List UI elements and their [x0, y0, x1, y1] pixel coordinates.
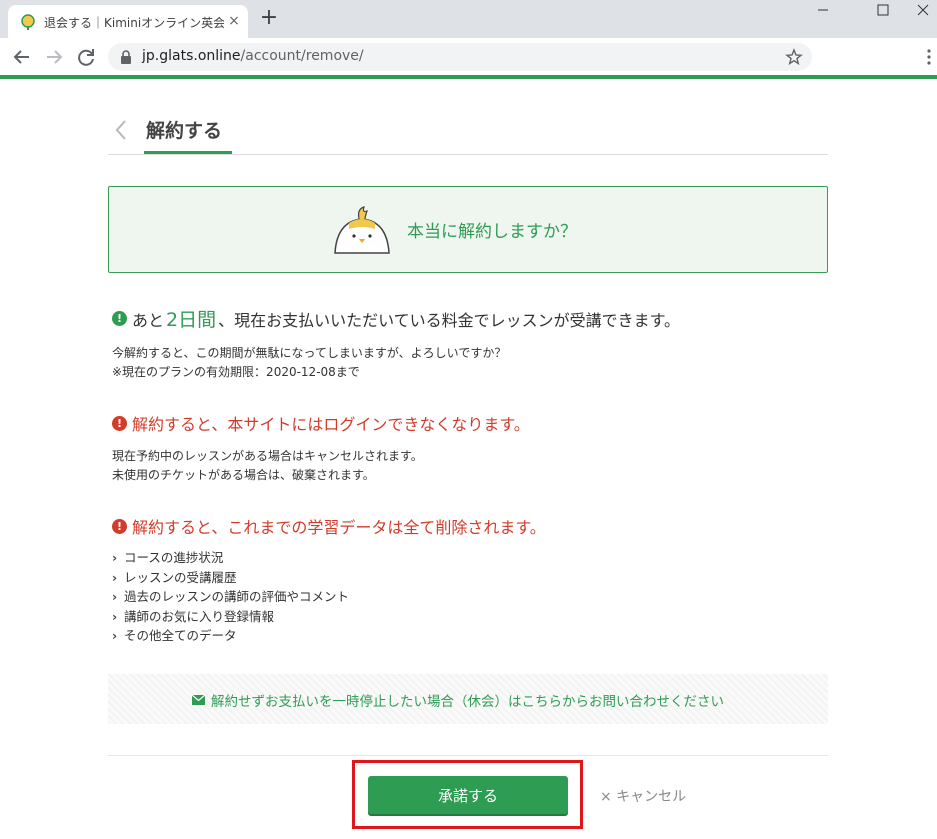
heading-text: 解約すると、本サイトにはログインできなくなります。 — [132, 415, 530, 434]
chick-mascot-icon — [334, 206, 390, 254]
browser-tab[interactable]: 退会する｜Kiminiオンライン英会話 × — [8, 5, 248, 38]
browser-tab-bar: 退会する｜Kiminiオンライン英会話 × + — [0, 0, 937, 38]
confirm-box: 本当に解約しますか？ — [108, 186, 828, 273]
cancel-link[interactable]: × キャンセル — [600, 786, 686, 806]
remaining-days: 2日間 — [166, 309, 217, 331]
window-minimize-icon[interactable] — [800, 0, 846, 30]
login-warning-section: 解約すると、本サイトにはログインできなくなります。 現在予約中のレッスンがある場… — [112, 411, 832, 485]
mail-icon — [192, 695, 205, 705]
pause-membership-box: 解約せずお支払いを一時停止したい場合（休会）はこちらからお問い合わせください — [108, 674, 828, 724]
title-underline — [144, 151, 232, 154]
remaining-days-section: あと 2日間 、現在お支払いいただいている料金でレッスンが受講できます。 今解約… — [112, 305, 832, 382]
pause-contact-link[interactable]: 解約せずお支払いを一時停止したい場合（休会）はこちらからお問い合わせください — [192, 690, 724, 710]
page-header: 解約する — [108, 110, 828, 155]
site-top-border — [0, 75, 937, 79]
list-item: 過去のレッスンの講師の評価やコメント — [112, 587, 832, 607]
url-path: /account/remove/ — [240, 48, 364, 64]
warning-alert-icon — [112, 415, 127, 431]
kimini-favicon-icon — [21, 14, 35, 30]
new-tab-button[interactable]: + — [258, 7, 280, 30]
body-line: 未使用のチケットがある場合は、破棄されます。 — [112, 468, 375, 482]
window-close-icon[interactable] — [900, 0, 937, 30]
login-warning-body: 現在予約中のレッスンがある場合はキャンセルされます。 未使用のチケットがある場合… — [112, 447, 832, 485]
forward-arrow-icon[interactable] — [43, 46, 65, 68]
list-item: その他全てのデータ — [112, 626, 832, 646]
back-arrow-icon[interactable] — [11, 46, 33, 68]
plan-expiry: ※現在のプランの有効期限：2020-12-08まで — [112, 365, 360, 379]
bookmark-star-icon[interactable] — [785, 48, 803, 66]
divider — [108, 755, 828, 756]
body-line: 現在予約中のレッスンがある場合はキャンセルされます。 — [112, 449, 423, 463]
lock-icon — [121, 50, 131, 64]
warning-alert-icon — [112, 518, 127, 534]
pause-link-text: 解約せずお支払いを一時停止したい場合（休会）はこちらからお問い合わせください — [211, 694, 724, 710]
url-host: jp.glats.online — [142, 48, 241, 64]
info-alert-icon — [112, 311, 127, 326]
remaining-days-heading: あと 2日間 、現在お支払いいただいている料金でレッスンが受講できます。 — [112, 305, 832, 332]
deleted-data-list: コースの進捗状況 レッスンの受講履歴 過去のレッスンの講師の評価やコメント 講師… — [112, 548, 832, 646]
tab-close-icon[interactable]: × — [226, 13, 242, 29]
list-item: レッスンの受講履歴 — [112, 568, 832, 588]
page-title: 解約する — [146, 120, 223, 142]
chevron-left-icon[interactable] — [114, 118, 128, 142]
remaining-days-body: 今解約すると、この期間が無駄になってしまいますが、よろしいですか？ ※現在のプラ… — [112, 344, 832, 382]
browser-toolbar: jp.glats.online/account/remove/ — [0, 38, 937, 75]
data-deletion-heading: 解約すると、これまでの学習データは全て削除されます。 — [112, 514, 832, 538]
address-bar[interactable]: jp.glats.online/account/remove/ — [108, 43, 812, 71]
browser-menu-icon[interactable] — [922, 48, 936, 66]
heading-text: 解約すると、これまでの学習データは全て削除されます。 — [132, 518, 546, 537]
tab-title: 退会する｜Kiminiオンライン英会話 — [44, 16, 224, 30]
list-item: コースの進捗状況 — [112, 548, 832, 568]
list-item: 講師のお気に入り登録情報 — [112, 607, 832, 627]
highlight-annotation — [352, 760, 583, 829]
heading-prefix: あと — [132, 310, 165, 330]
reload-icon[interactable] — [75, 46, 97, 68]
url-text: jp.glats.online/account/remove/ — [142, 48, 364, 64]
heading-suffix: 、現在お支払いいただいている料金でレッスンが受講できます。 — [218, 310, 681, 330]
body-line: 今解約すると、この期間が無駄になってしまいますが、よろしいですか？ — [112, 346, 507, 360]
data-deletion-section: 解約すると、これまでの学習データは全て削除されます。 コースの進捗状況 レッスン… — [112, 514, 832, 646]
confirm-question: 本当に解約しますか？ — [407, 222, 577, 242]
login-warning-heading: 解約すると、本サイトにはログインできなくなります。 — [112, 411, 832, 435]
